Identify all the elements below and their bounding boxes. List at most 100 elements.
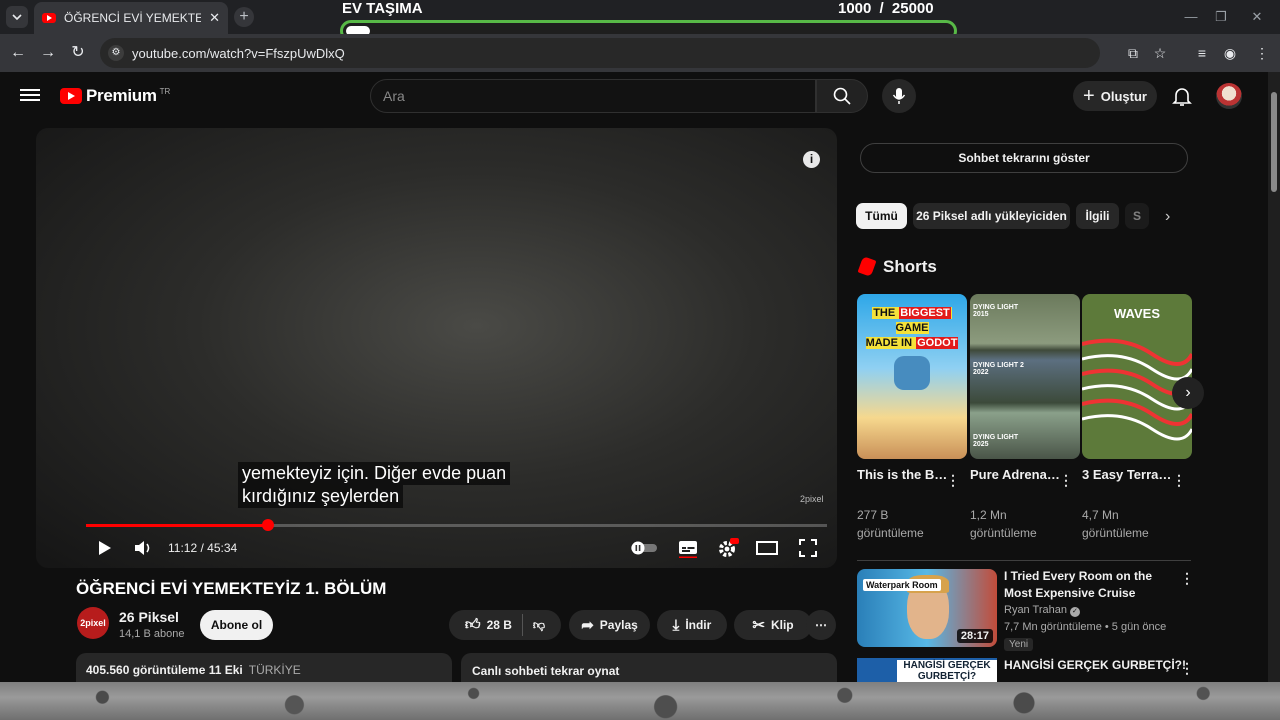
more-vertical-icon[interactable]: ⋮ [1180, 660, 1194, 677]
notifications-bell-icon[interactable] [1170, 84, 1194, 108]
share-label: Paylaş [599, 618, 638, 632]
short-title[interactable]: Pure Adrenaline [970, 466, 1062, 484]
search-icon [833, 87, 851, 105]
chip-related[interactable]: İlgili [1076, 203, 1119, 229]
subscribe-button[interactable]: Abone ol [200, 610, 273, 640]
menu-icon[interactable] [20, 86, 40, 102]
fullscreen-button[interactable] [797, 536, 819, 560]
like-divider [521, 614, 523, 636]
caption-line-1: yemekteyiz için. Diğer evde puan [238, 462, 511, 485]
settings-button[interactable] [717, 536, 739, 560]
video-progress-bar[interactable] [86, 519, 827, 531]
account-avatar[interactable] [1216, 83, 1242, 109]
short-thumbnail[interactable]: WAVES [1082, 294, 1192, 459]
more-horizontal-icon: ⋯ [815, 618, 827, 632]
subscriber-count: 14,1 B abone [119, 628, 185, 640]
more-actions-button[interactable]: ⋯ [806, 610, 836, 640]
browser-tab-active[interactable]: ÖĞRENCİ EVİ YEMEKTEYİZ 1. BÖ ✕ [34, 2, 228, 34]
download-button[interactable]: ⤓ İndir [657, 610, 727, 640]
country-code: TR [159, 86, 171, 96]
goal-title: EV TAŞIMA [342, 0, 423, 17]
browser-toolbar: ← → ↻ ⚙ youtube.com/watch?v=FfszpUwDlxQ … [0, 34, 1280, 72]
play-button[interactable] [94, 536, 116, 560]
volume-button[interactable] [133, 536, 155, 560]
scissors-icon: ✂ [752, 617, 765, 634]
close-window-button[interactable]: ✕ [1234, 0, 1280, 34]
bookmark-star-icon[interactable]: ☆ [1150, 43, 1170, 63]
chip-all[interactable]: Tümü [856, 203, 907, 229]
tab-search-button[interactable] [6, 6, 28, 28]
back-button[interactable]: ← [8, 43, 28, 63]
related-channel-name[interactable]: Ryan Trahan ✓ [1004, 604, 1080, 617]
channel-avatar[interactable]: 2pixel [77, 607, 109, 639]
channel-name[interactable]: 26 Piksel [119, 609, 179, 625]
related-video-thumbnail[interactable]: Waterpark Room 28:17 [857, 569, 997, 647]
tab-title: ÖĞRENCİ EVİ YEMEKTEYİZ 1. BÖ [64, 11, 202, 25]
search-button[interactable] [816, 79, 868, 113]
youtube-favicon-icon [42, 13, 56, 23]
plus-icon: + [1083, 84, 1095, 107]
time-display: 11:12 / 45:34 [168, 541, 238, 555]
related-video-meta: 7,7 Mn görüntüleme • 5 gün önce [1004, 621, 1167, 633]
short-title[interactable]: This is the BIGGEST GAME MADE IN GODOT [857, 466, 949, 484]
forward-button[interactable]: → [38, 43, 58, 63]
chevron-right-icon[interactable]: › [1165, 208, 1170, 226]
more-vertical-icon[interactable]: ⋮ [1172, 472, 1186, 489]
browser-menu-icon[interactable]: ⋮ [1252, 43, 1272, 63]
short-thumbnail[interactable]: THE BIGGEST GAME MADE IN GODOT [857, 294, 967, 459]
related-video-title[interactable]: I Tried Every Room on the Most Expensive… [1004, 568, 1170, 602]
microphone-icon [892, 88, 906, 104]
close-tab-icon[interactable]: ✕ [209, 10, 220, 26]
address-bar[interactable]: ⚙ youtube.com/watch?v=FfszpUwDlxQ [100, 38, 1100, 68]
godot-logo-icon [894, 356, 930, 390]
site-info-icon[interactable]: ⚙ [108, 45, 124, 61]
like-count[interactable]: 28 B [487, 618, 512, 632]
create-label: Oluştur [1100, 88, 1147, 104]
youtube-logo-icon [60, 88, 82, 104]
more-vertical-icon[interactable]: ⋮ [946, 472, 960, 489]
voice-search-button[interactable] [882, 79, 916, 113]
url-text: youtube.com/watch?v=FfszpUwDlxQ [132, 45, 345, 61]
chip-from-uploader[interactable]: 26 Piksel adlı yükleyiciden [913, 203, 1070, 229]
info-icon[interactable]: i [803, 151, 820, 168]
more-vertical-icon[interactable]: ⋮ [1180, 570, 1194, 587]
video-captions: yemekteyiz için. Diğer evde puan kırdığı… [238, 462, 511, 508]
more-vertical-icon[interactable]: ⋮ [1059, 472, 1073, 489]
short-thumbnail[interactable]: DYING LIGHT 2015 DYING LIGHT 2 2022 DYING … [970, 294, 1080, 459]
scrollbar-thumb[interactable] [1271, 92, 1277, 192]
country-tag: TÜRKİYE [248, 663, 301, 677]
dislike-icon[interactable]: 👎︎ [533, 618, 545, 633]
shorts-heading: Shorts [883, 257, 937, 276]
like-icon[interactable]: 👍︎ [465, 616, 481, 634]
logo-text: Premium [86, 86, 157, 105]
shorts-next-button[interactable]: › [1172, 377, 1204, 409]
gear-icon [719, 538, 739, 557]
short-views: 1,2 Mn görüntüleme [970, 508, 1037, 540]
related-video-title[interactable]: HANGİSİ GERÇEK GURBETÇİ?! [1004, 658, 1186, 672]
fullscreen-icon [799, 539, 817, 557]
volume-icon [135, 541, 150, 555]
short-thumb-text: THE BIGGEST GAME MADE IN GODOT [865, 307, 959, 349]
short-title[interactable]: 3 Easy Terraforming [1082, 466, 1174, 484]
subtitles-button[interactable] [677, 536, 699, 560]
create-button[interactable]: + Oluştur [1073, 81, 1157, 111]
clip-button[interactable]: ✂ Klip [734, 610, 812, 640]
profile-icon[interactable]: ◉ [1220, 43, 1240, 63]
search-input[interactable]: Ara [370, 79, 816, 113]
chevron-down-icon [12, 14, 22, 20]
theater-mode-button[interactable] [756, 536, 778, 560]
like-dislike-group: 👍︎ 28 B 👎︎ [449, 610, 561, 640]
youtube-premium-logo[interactable]: Premium TR [60, 86, 170, 106]
autoplay-toggle[interactable] [630, 536, 658, 560]
page-scrollbar[interactable] [1268, 72, 1280, 682]
channel-watermark: 2pixel [800, 494, 824, 504]
install-app-icon[interactable]: ⧉ [1123, 43, 1143, 63]
reload-button[interactable]: ↻ [68, 43, 88, 63]
share-button[interactable]: ➦ Paylaş [569, 610, 650, 640]
new-tab-button[interactable]: + [234, 7, 254, 27]
reading-list-icon[interactable]: ≡ [1192, 43, 1212, 63]
chip-partial[interactable]: S [1125, 203, 1149, 229]
download-icon: ⤓ [672, 616, 680, 634]
video-title: ÖĞRENCİ EVİ YEMEKTEYİZ 1. BÖLÜM [76, 579, 387, 598]
show-chat-replay-button[interactable]: Sohbet tekrarını göster [860, 143, 1188, 173]
